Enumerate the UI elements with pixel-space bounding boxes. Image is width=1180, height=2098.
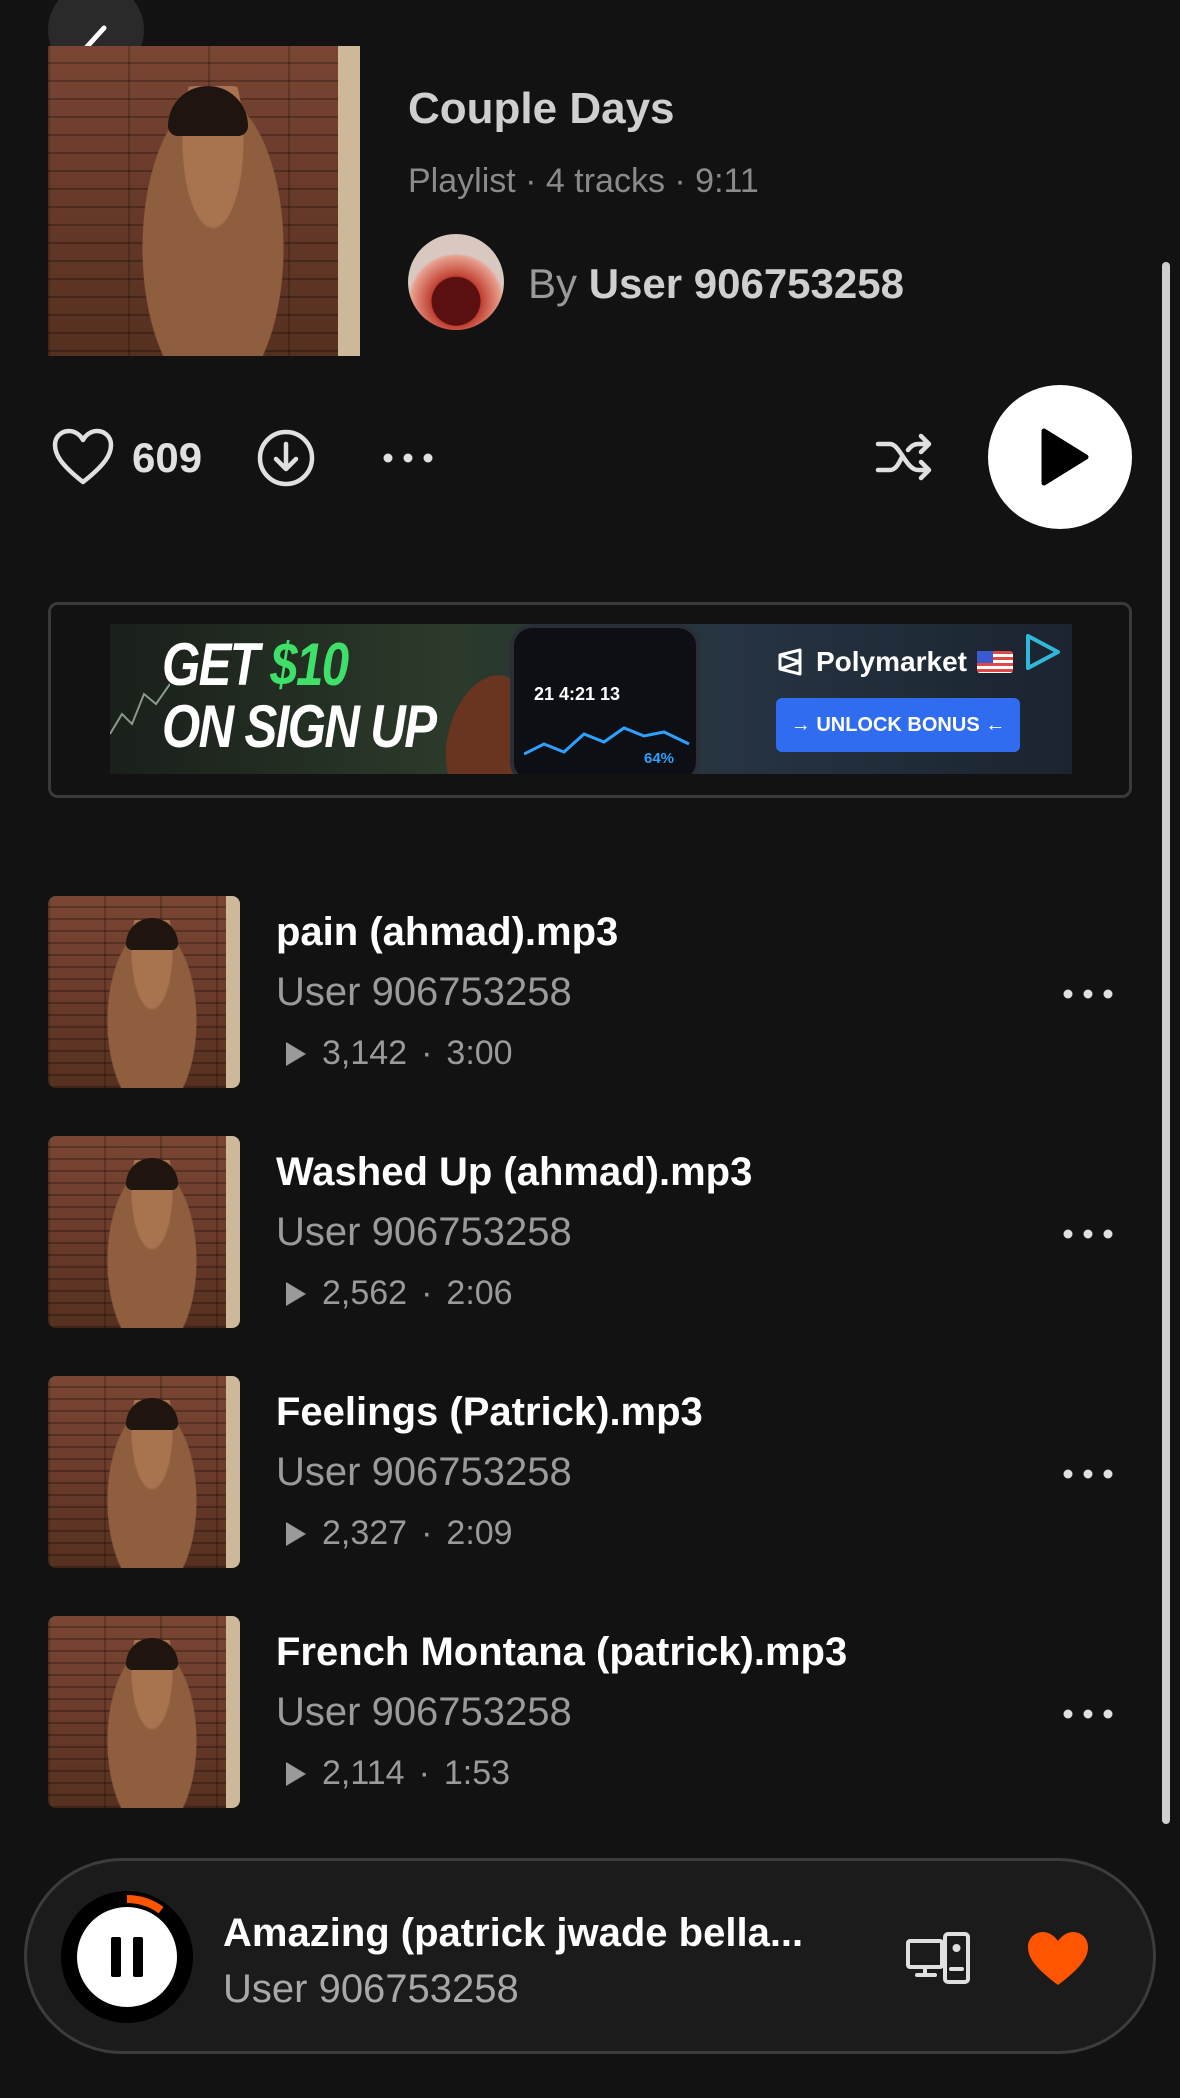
track-row[interactable]: French Montana (patrick).mp3 User 906753… bbox=[48, 1616, 1148, 1808]
track-more-icon[interactable] bbox=[1060, 1456, 1116, 1492]
track-duration: 2:09 bbox=[446, 1514, 513, 1552]
play-button[interactable] bbox=[988, 385, 1132, 529]
track-artwork bbox=[48, 1136, 240, 1328]
play-count-icon bbox=[286, 1041, 306, 1066]
play-count-icon bbox=[286, 1521, 306, 1546]
more-options-icon[interactable] bbox=[380, 440, 436, 476]
track-row[interactable]: Feelings (Patrick).mp3 User 906753258 2,… bbox=[48, 1376, 1148, 1568]
track-title: French Montana (patrick).mp3 bbox=[276, 1630, 848, 1674]
track-title: Feelings (Patrick).mp3 bbox=[276, 1390, 703, 1434]
track-row[interactable]: pain (ahmad).mp3 User 906753258 3,142 · 3:… bbox=[48, 896, 1148, 1088]
play-icon bbox=[1041, 428, 1089, 486]
track-artist: User 906753258 bbox=[276, 970, 572, 1014]
heart-filled-icon[interactable] bbox=[1025, 1929, 1091, 1989]
polymarket-logo-icon bbox=[778, 648, 802, 676]
by-label: By bbox=[528, 260, 578, 307]
track-title: Washed Up (ahmad).mp3 bbox=[276, 1150, 753, 1194]
track-duration: 1:53 bbox=[443, 1754, 511, 1792]
track-more-icon[interactable] bbox=[1060, 1696, 1116, 1732]
ad-banner[interactable]: GET $10 ON SIGN UP 21 4:21 13 64% Polyma… bbox=[110, 624, 1072, 774]
track-stats: 2,114 · 1:53 bbox=[284, 1754, 510, 1793]
playlist-meta: Playlist · 4 tracks · 9:11 bbox=[408, 162, 759, 200]
track-artist: User 906753258 bbox=[276, 1210, 572, 1254]
stat-separator: · bbox=[421, 1514, 433, 1552]
ad-unlock-button[interactable]: → UNLOCK BONUS ← bbox=[776, 698, 1020, 752]
stat-separator: · bbox=[421, 1274, 433, 1312]
stat-separator: · bbox=[418, 1754, 430, 1792]
track-more-icon[interactable] bbox=[1060, 976, 1116, 1012]
progress-ring bbox=[65, 1895, 189, 2019]
track-artist: User 906753258 bbox=[276, 1690, 572, 1734]
ad-brand: Polymarket bbox=[776, 646, 1013, 678]
play-count: 2,327 bbox=[322, 1514, 408, 1552]
play-count: 2,114 bbox=[322, 1754, 405, 1792]
track-artwork bbox=[48, 896, 240, 1088]
playlist-cover-image bbox=[48, 46, 360, 356]
shuffle-icon[interactable] bbox=[874, 428, 936, 486]
phone-image: 21 4:21 13 64% bbox=[510, 624, 700, 774]
scrollbar[interactable] bbox=[1162, 262, 1170, 1824]
track-artwork bbox=[48, 1616, 240, 1808]
us-flag-icon bbox=[976, 651, 1013, 673]
ad-chart-line bbox=[110, 683, 170, 735]
now-playing-title: Amazing (patrick jwade bella... bbox=[223, 1911, 804, 1955]
playlist-title: Couple Days bbox=[408, 84, 675, 133]
pause-button[interactable] bbox=[61, 1891, 193, 2023]
play-count: 3,142 bbox=[322, 1034, 408, 1072]
track-duration: 2:06 bbox=[446, 1274, 513, 1312]
play-count: 2,562 bbox=[322, 1274, 408, 1312]
stat-separator: · bbox=[421, 1034, 433, 1072]
track-artwork bbox=[48, 1376, 240, 1568]
like-count: 609 bbox=[132, 434, 203, 481]
track-stats: 2,327 · 2:09 bbox=[284, 1514, 513, 1553]
download-icon[interactable] bbox=[256, 428, 316, 488]
track-artist: User 906753258 bbox=[276, 1450, 572, 1494]
track-row[interactable]: Washed Up (ahmad).mp3 User 906753258 2,5… bbox=[48, 1136, 1148, 1328]
heart-outline-icon[interactable] bbox=[52, 428, 114, 486]
track-more-icon[interactable] bbox=[1060, 1216, 1116, 1252]
track-duration: 3:00 bbox=[446, 1034, 513, 1072]
devices-icon[interactable] bbox=[905, 1931, 971, 1985]
track-stats: 2,562 · 2:06 bbox=[284, 1274, 513, 1313]
mini-player[interactable]: Amazing (patrick jwade bella... User 906… bbox=[24, 1858, 1156, 2054]
playlist-owner[interactable]: By User 906753258 bbox=[528, 260, 904, 308]
track-title: pain (ahmad).mp3 bbox=[276, 910, 619, 954]
play-count-icon bbox=[286, 1281, 306, 1306]
owner-avatar[interactable] bbox=[408, 234, 504, 330]
now-playing-artist: User 906753258 bbox=[223, 1967, 519, 2011]
owner-name[interactable]: User 906753258 bbox=[589, 260, 904, 307]
track-stats: 3,142 · 3:00 bbox=[284, 1034, 513, 1073]
play-count-icon bbox=[286, 1761, 306, 1786]
ad-choices-icon[interactable] bbox=[1022, 632, 1062, 672]
ad-headline: GET $10 ON SIGN UP bbox=[162, 631, 437, 760]
